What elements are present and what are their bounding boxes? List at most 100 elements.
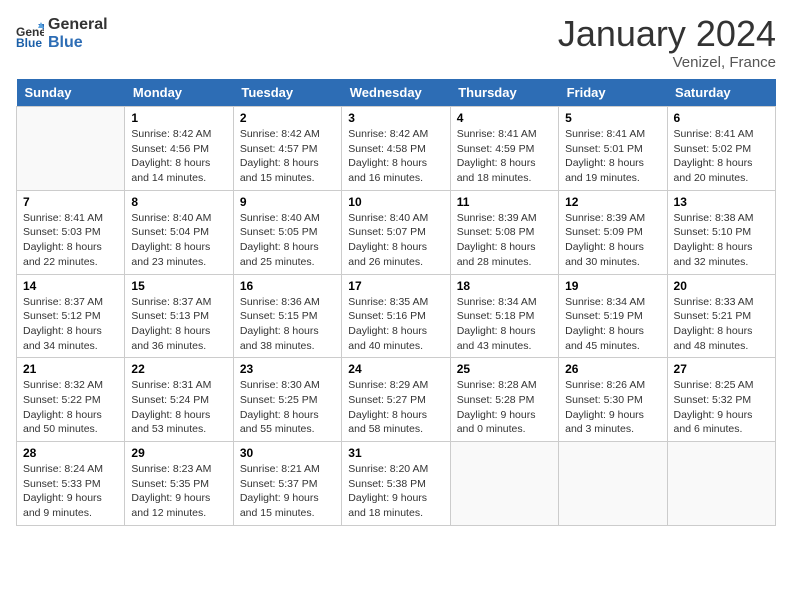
sunset-text: Sunset: 4:59 PM xyxy=(457,142,552,157)
day-number: 29 xyxy=(131,446,226,460)
day-info: Sunrise: 8:39 AM Sunset: 5:08 PM Dayligh… xyxy=(457,211,552,270)
calendar-cell: 13 Sunrise: 8:38 AM Sunset: 5:10 PM Dayl… xyxy=(667,190,775,274)
day-number: 1 xyxy=(131,111,226,125)
calendar-cell: 12 Sunrise: 8:39 AM Sunset: 5:09 PM Dayl… xyxy=(559,190,667,274)
day-number: 26 xyxy=(565,362,660,376)
sunrise-text: Sunrise: 8:24 AM xyxy=(23,462,118,477)
sunrise-text: Sunrise: 8:40 AM xyxy=(348,211,443,226)
day-info: Sunrise: 8:36 AM Sunset: 5:15 PM Dayligh… xyxy=(240,295,335,354)
calendar-cell: 30 Sunrise: 8:21 AM Sunset: 5:37 PM Dayl… xyxy=(233,442,341,526)
sunset-text: Sunset: 5:05 PM xyxy=(240,225,335,240)
day-number: 14 xyxy=(23,279,118,293)
daylight-text: Daylight: 9 hours and 3 minutes. xyxy=(565,408,660,437)
sunset-text: Sunset: 5:32 PM xyxy=(674,393,769,408)
sunset-text: Sunset: 5:13 PM xyxy=(131,309,226,324)
day-info: Sunrise: 8:34 AM Sunset: 5:19 PM Dayligh… xyxy=(565,295,660,354)
calendar-cell: 6 Sunrise: 8:41 AM Sunset: 5:02 PM Dayli… xyxy=(667,107,775,191)
sunset-text: Sunset: 5:09 PM xyxy=(565,225,660,240)
calendar-cell: 9 Sunrise: 8:40 AM Sunset: 5:05 PM Dayli… xyxy=(233,190,341,274)
sunrise-text: Sunrise: 8:31 AM xyxy=(131,378,226,393)
day-info: Sunrise: 8:26 AM Sunset: 5:30 PM Dayligh… xyxy=(565,378,660,437)
month-title: January 2024 xyxy=(558,16,776,52)
day-info: Sunrise: 8:24 AM Sunset: 5:33 PM Dayligh… xyxy=(23,462,118,521)
day-number: 15 xyxy=(131,279,226,293)
sunrise-text: Sunrise: 8:26 AM xyxy=(565,378,660,393)
daylight-text: Daylight: 8 hours and 19 minutes. xyxy=(565,156,660,185)
day-number: 19 xyxy=(565,279,660,293)
day-info: Sunrise: 8:42 AM Sunset: 4:56 PM Dayligh… xyxy=(131,127,226,186)
sunrise-text: Sunrise: 8:23 AM xyxy=(131,462,226,477)
day-info: Sunrise: 8:38 AM Sunset: 5:10 PM Dayligh… xyxy=(674,211,769,270)
sunrise-text: Sunrise: 8:32 AM xyxy=(23,378,118,393)
sunset-text: Sunset: 5:30 PM xyxy=(565,393,660,408)
sunset-text: Sunset: 4:57 PM xyxy=(240,142,335,157)
day-number: 16 xyxy=(240,279,335,293)
day-number: 24 xyxy=(348,362,443,376)
sunrise-text: Sunrise: 8:21 AM xyxy=(240,462,335,477)
calendar-cell: 15 Sunrise: 8:37 AM Sunset: 5:13 PM Dayl… xyxy=(125,274,233,358)
daylight-text: Daylight: 8 hours and 40 minutes. xyxy=(348,324,443,353)
sunrise-text: Sunrise: 8:28 AM xyxy=(457,378,552,393)
daylight-text: Daylight: 8 hours and 55 minutes. xyxy=(240,408,335,437)
day-number: 10 xyxy=(348,195,443,209)
daylight-text: Daylight: 8 hours and 45 minutes. xyxy=(565,324,660,353)
logo: General Blue General Blue xyxy=(16,16,108,51)
calendar-cell: 24 Sunrise: 8:29 AM Sunset: 5:27 PM Dayl… xyxy=(342,358,450,442)
calendar-week-2: 7 Sunrise: 8:41 AM Sunset: 5:03 PM Dayli… xyxy=(17,190,776,274)
day-number: 2 xyxy=(240,111,335,125)
day-info: Sunrise: 8:40 AM Sunset: 5:05 PM Dayligh… xyxy=(240,211,335,270)
calendar-cell: 28 Sunrise: 8:24 AM Sunset: 5:33 PM Dayl… xyxy=(17,442,125,526)
day-info: Sunrise: 8:25 AM Sunset: 5:32 PM Dayligh… xyxy=(674,378,769,437)
day-number: 5 xyxy=(565,111,660,125)
col-saturday: Saturday xyxy=(667,79,775,107)
sunset-text: Sunset: 5:24 PM xyxy=(131,393,226,408)
daylight-text: Daylight: 8 hours and 22 minutes. xyxy=(23,240,118,269)
daylight-text: Daylight: 9 hours and 9 minutes. xyxy=(23,491,118,520)
col-monday: Monday xyxy=(125,79,233,107)
sunrise-text: Sunrise: 8:25 AM xyxy=(674,378,769,393)
day-info: Sunrise: 8:21 AM Sunset: 5:37 PM Dayligh… xyxy=(240,462,335,521)
calendar-week-4: 21 Sunrise: 8:32 AM Sunset: 5:22 PM Dayl… xyxy=(17,358,776,442)
day-number: 28 xyxy=(23,446,118,460)
sunrise-text: Sunrise: 8:34 AM xyxy=(565,295,660,310)
logo-icon: General Blue xyxy=(16,20,44,48)
daylight-text: Daylight: 8 hours and 53 minutes. xyxy=(131,408,226,437)
day-info: Sunrise: 8:42 AM Sunset: 4:58 PM Dayligh… xyxy=(348,127,443,186)
daylight-text: Daylight: 8 hours and 15 minutes. xyxy=(240,156,335,185)
sunrise-text: Sunrise: 8:37 AM xyxy=(23,295,118,310)
day-info: Sunrise: 8:41 AM Sunset: 5:02 PM Dayligh… xyxy=(674,127,769,186)
sunset-text: Sunset: 5:22 PM xyxy=(23,393,118,408)
calendar-cell: 23 Sunrise: 8:30 AM Sunset: 5:25 PM Dayl… xyxy=(233,358,341,442)
calendar-cell: 3 Sunrise: 8:42 AM Sunset: 4:58 PM Dayli… xyxy=(342,107,450,191)
daylight-text: Daylight: 8 hours and 18 minutes. xyxy=(457,156,552,185)
sunset-text: Sunset: 5:01 PM xyxy=(565,142,660,157)
day-number: 7 xyxy=(23,195,118,209)
sunset-text: Sunset: 5:08 PM xyxy=(457,225,552,240)
day-info: Sunrise: 8:28 AM Sunset: 5:28 PM Dayligh… xyxy=(457,378,552,437)
daylight-text: Daylight: 8 hours and 14 minutes. xyxy=(131,156,226,185)
sunset-text: Sunset: 5:25 PM xyxy=(240,393,335,408)
calendar-cell: 5 Sunrise: 8:41 AM Sunset: 5:01 PM Dayli… xyxy=(559,107,667,191)
svg-text:Blue: Blue xyxy=(16,36,42,48)
sunrise-text: Sunrise: 8:41 AM xyxy=(565,127,660,142)
day-info: Sunrise: 8:37 AM Sunset: 5:12 PM Dayligh… xyxy=(23,295,118,354)
day-number: 9 xyxy=(240,195,335,209)
daylight-text: Daylight: 8 hours and 20 minutes. xyxy=(674,156,769,185)
sunrise-text: Sunrise: 8:30 AM xyxy=(240,378,335,393)
sunrise-text: Sunrise: 8:42 AM xyxy=(348,127,443,142)
calendar-week-1: 1 Sunrise: 8:42 AM Sunset: 4:56 PM Dayli… xyxy=(17,107,776,191)
daylight-text: Daylight: 8 hours and 43 minutes. xyxy=(457,324,552,353)
sunset-text: Sunset: 5:33 PM xyxy=(23,477,118,492)
day-info: Sunrise: 8:40 AM Sunset: 5:04 PM Dayligh… xyxy=(131,211,226,270)
sunrise-text: Sunrise: 8:36 AM xyxy=(240,295,335,310)
calendar-table: Sunday Monday Tuesday Wednesday Thursday… xyxy=(16,79,776,526)
daylight-text: Daylight: 8 hours and 28 minutes. xyxy=(457,240,552,269)
day-number: 13 xyxy=(674,195,769,209)
day-info: Sunrise: 8:40 AM Sunset: 5:07 PM Dayligh… xyxy=(348,211,443,270)
logo-line2: Blue xyxy=(48,34,108,52)
calendar-cell xyxy=(17,107,125,191)
col-friday: Friday xyxy=(559,79,667,107)
calendar-cell: 8 Sunrise: 8:40 AM Sunset: 5:04 PM Dayli… xyxy=(125,190,233,274)
sunset-text: Sunset: 5:07 PM xyxy=(348,225,443,240)
sunset-text: Sunset: 5:12 PM xyxy=(23,309,118,324)
